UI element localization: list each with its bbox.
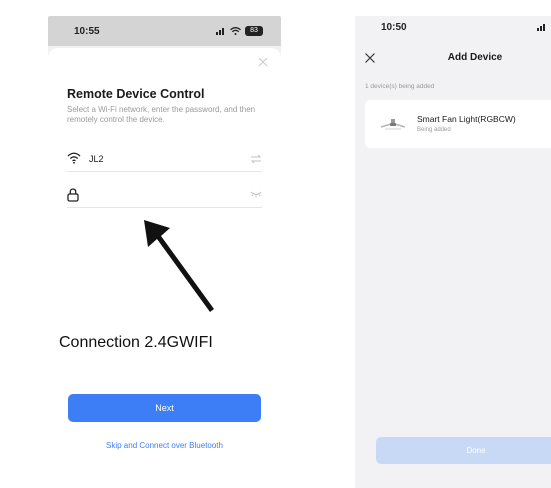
status-icons xyxy=(537,23,547,31)
section-label: 1 device(s) being added xyxy=(365,83,435,90)
device-status: Being added xyxy=(417,127,451,133)
page-subtitle: Select a Wi-Fi network, enter the passwo… xyxy=(67,105,256,124)
signal-icon xyxy=(537,24,545,31)
wifi-status-icon xyxy=(230,27,241,35)
next-button[interactable]: Next xyxy=(68,394,261,422)
add-device-screen: 10:50 Add Device 1 device(s) being added… xyxy=(355,16,551,488)
status-icons: 83 xyxy=(216,26,263,36)
status-bar: 10:50 xyxy=(355,16,551,38)
wifi-icon xyxy=(67,152,81,166)
status-time: 10:50 xyxy=(381,21,407,33)
close-icon[interactable] xyxy=(257,56,269,68)
skip-bluetooth-link[interactable]: Skip and Connect over Bluetooth xyxy=(48,441,281,450)
battery-icon: 83 xyxy=(245,26,263,36)
device-card[interactable]: Smart Fan Light(RGBCW) Being added xyxy=(365,100,551,148)
wifi-selector[interactable]: JL2 xyxy=(67,146,262,172)
device-name: Smart Fan Light(RGBCW) xyxy=(417,114,516,124)
page-title: Add Device xyxy=(447,52,503,63)
signal-icon xyxy=(216,28,224,35)
wifi-name: JL2 xyxy=(89,153,104,164)
annotation-caption: Connection 2.4GWIFI xyxy=(59,334,213,351)
page-title: Remote Device Control xyxy=(67,87,205,101)
status-bar: 10:55 83 xyxy=(48,16,281,46)
lock-icon xyxy=(67,187,81,202)
switch-icon[interactable] xyxy=(250,154,262,164)
status-time: 10:55 xyxy=(74,25,100,37)
remote-control-screen: 10:55 83 Remote Device Control Select a … xyxy=(48,16,281,484)
arrow-annotation xyxy=(144,220,214,312)
done-button[interactable]: Done xyxy=(376,437,551,464)
password-field[interactable] xyxy=(67,182,262,208)
fan-light-icon xyxy=(380,119,406,130)
eye-hidden-icon[interactable] xyxy=(250,190,262,200)
